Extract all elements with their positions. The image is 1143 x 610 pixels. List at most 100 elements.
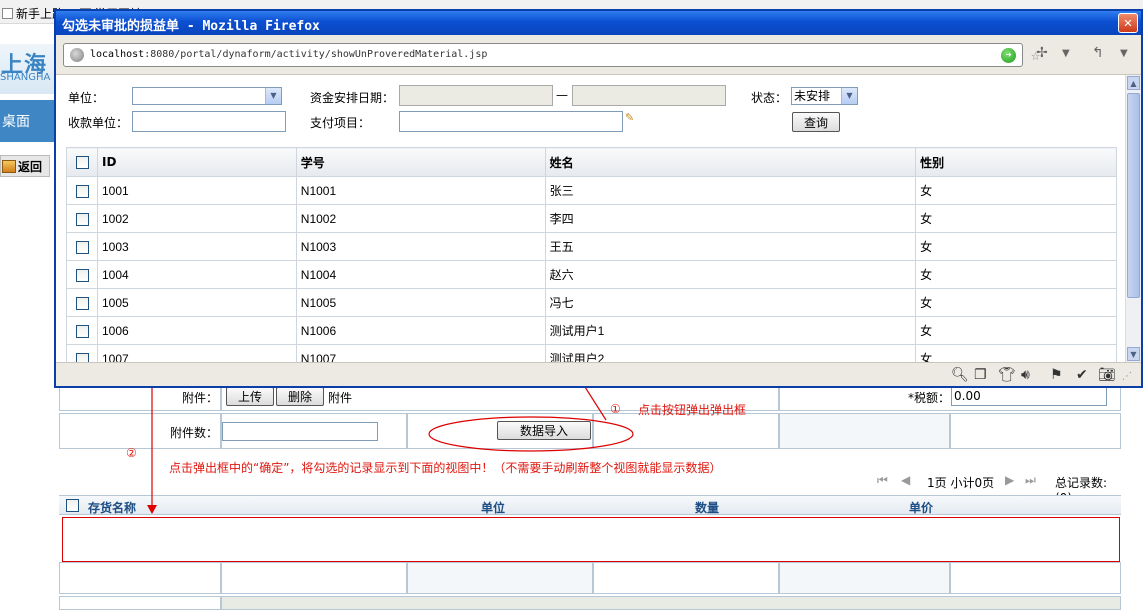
check-icon[interactable]: ✔ (1076, 367, 1088, 383)
pay-item-label: 支付项目： (310, 116, 371, 130)
popup-window: 勾选未审批的损益单 - Mozilla Firefox ✕ localhost:… (54, 9, 1143, 388)
column-header[interactable]: ID (96, 147, 297, 177)
url-path: :8080/portal/dynaform/activity/showUnPro… (144, 49, 488, 60)
row-select-cell (66, 344, 98, 362)
picker-icon[interactable]: ✎ (625, 111, 634, 124)
popup-content: 单位： ▼ 资金安排日期： — 状态： 未安排 ▼ 收款单位： 支付项目： ✎ 查… (56, 75, 1125, 362)
scroll-down-icon[interactable]: ▼ (1127, 347, 1140, 361)
column-header[interactable]: 学号 (295, 147, 546, 177)
table-cell: 1003 (96, 232, 297, 261)
table-cell: N1004 (295, 260, 546, 289)
scroll-up-icon[interactable]: ▲ (1127, 76, 1140, 90)
select-all-cell (66, 147, 98, 177)
close-icon[interactable]: ✕ (1118, 13, 1138, 33)
table-row[interactable]: 1007 N1007 测试用户2 女 (66, 344, 1117, 362)
reload-icon[interactable]: ↰ (1092, 45, 1104, 61)
row-checkbox[interactable] (76, 268, 89, 282)
table-cell: 测试用户2 (544, 344, 917, 362)
date-separator: — (556, 88, 568, 102)
row-select-cell (66, 316, 98, 345)
step1-note: 点击按钮弹出弹出框 (638, 403, 747, 417)
row-checkbox[interactable] (76, 212, 89, 226)
table-cell: 测试用户1 (544, 316, 917, 345)
table-cell: N1003 (295, 232, 546, 261)
payee-input[interactable] (132, 111, 286, 132)
table-cell: 王五 (544, 232, 917, 261)
site-identity-icon[interactable] (70, 48, 84, 62)
table-cell: 女 (915, 288, 1117, 317)
row-checkbox[interactable] (76, 296, 89, 310)
table-cell: 女 (915, 176, 1117, 205)
column-header[interactable]: 性别 (915, 147, 1117, 177)
table-cell: 1004 (96, 260, 297, 289)
table-cell: 1007 (96, 344, 297, 362)
table-cell: 冯七 (544, 288, 917, 317)
table-cell: 女 (915, 344, 1117, 362)
pay-item-input[interactable] (399, 111, 623, 132)
navigation-bar: localhost:8080/portal/dynaform/activity/… (56, 35, 1141, 75)
table-cell: 1006 (96, 316, 297, 345)
camera-icon[interactable]: 📷︎ (1098, 367, 1116, 383)
table-cell: N1001 (295, 176, 546, 205)
row-select-cell (66, 204, 98, 233)
table-row[interactable]: 1005 N1005 冯七女 (66, 288, 1117, 317)
status-value: 未安排 (794, 89, 831, 103)
fund-date-end-input[interactable] (572, 85, 726, 106)
arrow-head (147, 505, 157, 514)
table-cell: 1005 (96, 288, 297, 317)
table-cell: N1007 (295, 344, 546, 362)
highlight-ellipse (428, 416, 634, 452)
window-icon[interactable]: ❐ (974, 367, 987, 383)
status-select[interactable]: 未安排 ▼ (791, 87, 858, 105)
resize-grip-icon[interactable]: ⋰ (1122, 371, 1132, 382)
row-checkbox[interactable] (76, 352, 89, 362)
speaker-icon[interactable]: 🔊︎ (1021, 367, 1030, 383)
table-cell: 女 (915, 204, 1117, 233)
table-cell: N1006 (295, 316, 546, 345)
addon-icon[interactable]: ✢ (1036, 45, 1048, 61)
table-row[interactable]: 1002 N1002 李四女 (66, 204, 1117, 233)
table-cell: N1002 (295, 204, 546, 233)
status-label: 状态： (751, 91, 788, 105)
unit-label: 单位： (68, 91, 105, 105)
table-row[interactable]: 1006 N1006 测试用户1 女 (66, 316, 1117, 345)
go-icon[interactable]: ➜ (1001, 48, 1016, 63)
table-row[interactable]: 1001 N1001 张三女 (66, 176, 1117, 205)
row-select-cell (66, 176, 98, 205)
flag-icon[interactable]: ⚑ (1050, 367, 1063, 383)
table-cell: 李四 (544, 204, 917, 233)
dropdown-icon[interactable]: ▼ (1062, 48, 1070, 59)
vertical-scrollbar[interactable]: ▲ ▼ (1125, 75, 1141, 362)
shirt-icon[interactable]: 👕︎ (998, 367, 1016, 383)
unit-select[interactable]: ▼ (132, 87, 282, 105)
table-cell: 女 (915, 316, 1117, 345)
url-host: localhost (90, 49, 145, 60)
url-bar[interactable]: localhost:8080/portal/dynaform/activity/… (63, 43, 1040, 67)
fund-date-start-input[interactable] (399, 85, 553, 106)
table-cell: 女 (915, 260, 1117, 289)
search-icon[interactable]: 🔍︎ (951, 367, 969, 383)
step2-note: 点击弹出框中的“确定”，将勾选的记录显示到下面的视图中！（不需要手动刷新整个视图… (169, 461, 722, 475)
status-bar: 🔍︎ ❐ 👕︎ 🔊︎ ⚑ ✔ 📷︎ ⋰ (56, 362, 1141, 386)
fund-date-label: 资金安排日期： (310, 91, 395, 105)
records-table: ID 学号 姓名 性别 1001 N1001 张三女 1002 N1002 李四女 1003… (66, 147, 1117, 362)
row-checkbox[interactable] (76, 324, 89, 338)
row-checkbox[interactable] (76, 184, 89, 198)
window-title: 勾选未审批的损益单 - Mozilla Firefox (62, 19, 320, 34)
row-select-cell (66, 260, 98, 289)
select-all-checkbox[interactable] (76, 156, 89, 169)
window-titlebar[interactable]: 勾选未审批的损益单 - Mozilla Firefox ✕ (56, 11, 1141, 35)
scroll-thumb[interactable] (1127, 93, 1140, 298)
payee-label: 收款单位： (68, 116, 129, 130)
row-checkbox[interactable] (76, 240, 89, 254)
table-row[interactable]: 1003 N1003 王五女 (66, 232, 1117, 261)
table-row[interactable]: 1004 N1004 赵六女 (66, 260, 1117, 289)
chevron-down-icon: ▼ (265, 88, 281, 104)
dropdown-icon[interactable]: ▼ (1120, 48, 1128, 59)
row-select-cell (66, 288, 98, 317)
column-header[interactable]: 姓名 (544, 147, 917, 177)
query-button[interactable]: 查询 (792, 112, 840, 132)
table-cell: 张三 (544, 176, 917, 205)
table-cell: 1002 (96, 204, 297, 233)
row-select-cell (66, 232, 98, 261)
